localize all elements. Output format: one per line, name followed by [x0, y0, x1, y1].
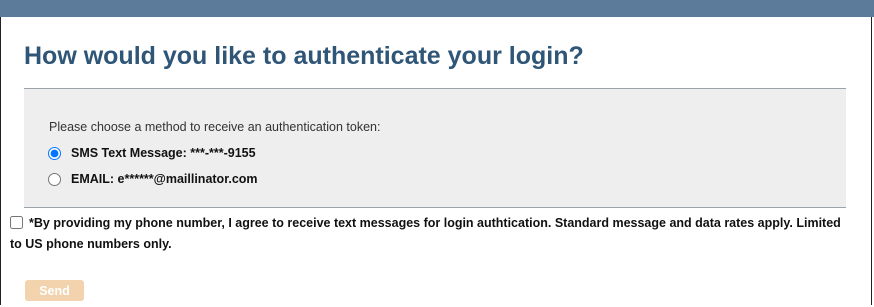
page-title: How would you like to authenticate your …	[24, 42, 584, 70]
sms-consent-text: *By providing my phone number, I agree t…	[10, 216, 841, 251]
email-radio[interactable]	[48, 172, 61, 186]
send-button[interactable]: Send	[25, 280, 84, 301]
sms-option-label: SMS Text Message: ***-***-9155	[71, 146, 256, 160]
top-bar	[0, 0, 874, 17]
sms-option[interactable]: SMS Text Message: ***-***-9155	[46, 146, 256, 160]
sms-consent: *By providing my phone number, I agree t…	[10, 213, 855, 255]
email-option-label: EMAIL: e******@maillinator.com	[71, 172, 258, 186]
auth-method-instruction: Please choose a method to receive an aut…	[49, 120, 381, 134]
sms-radio[interactable]	[48, 146, 61, 160]
sms-consent-checkbox[interactable]	[10, 216, 23, 229]
auth-method-panel: Please choose a method to receive an aut…	[24, 88, 846, 208]
email-option[interactable]: EMAIL: e******@maillinator.com	[46, 172, 258, 186]
